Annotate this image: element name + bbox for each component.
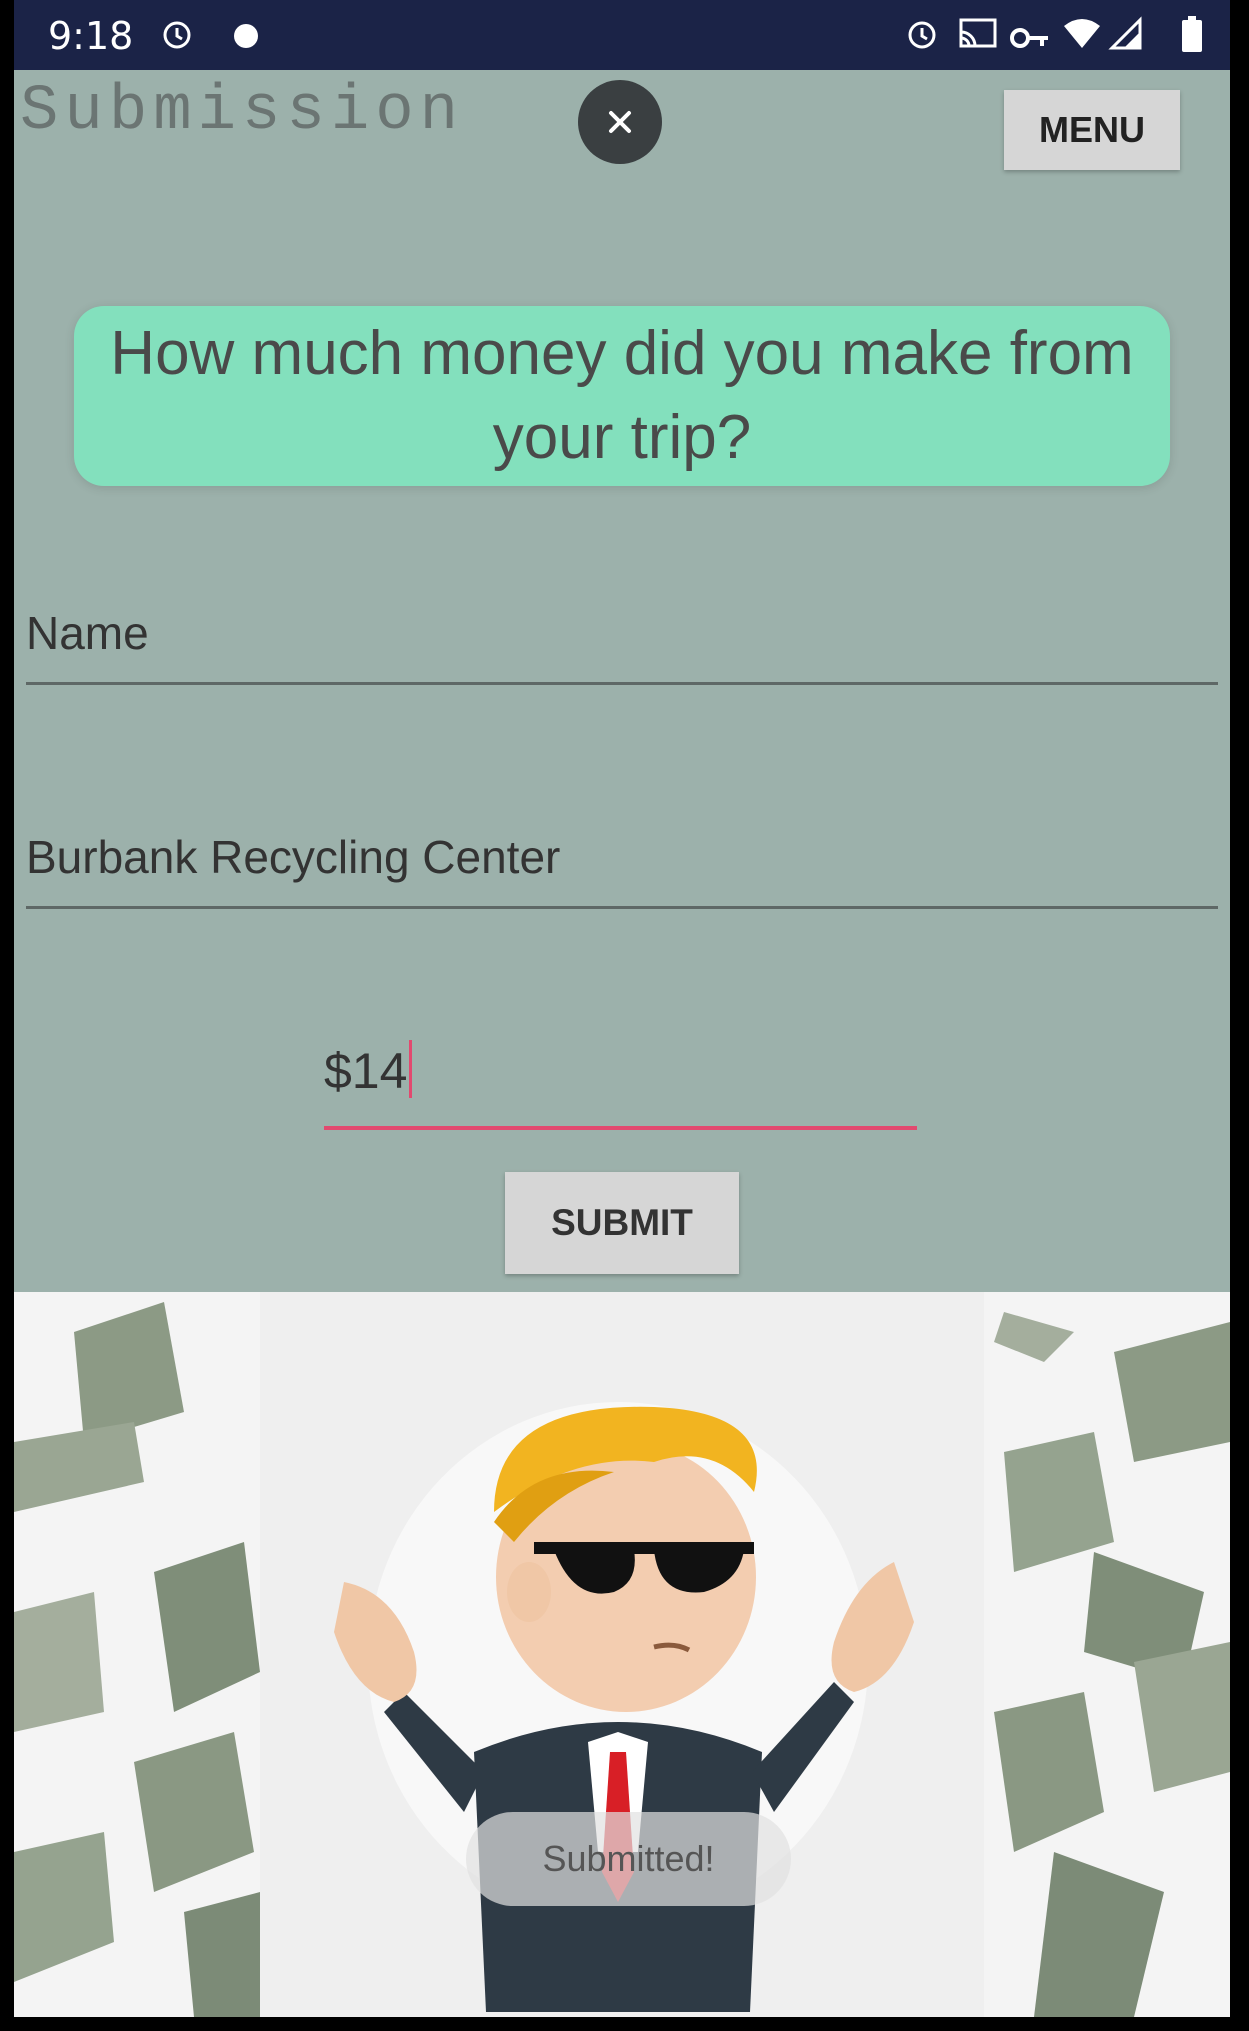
- app-title: Submission: [20, 76, 465, 148]
- alarm-icon: [904, 16, 940, 52]
- cast-icon: [958, 16, 998, 52]
- location-field[interactable]: Burbank Recycling Center: [26, 830, 1218, 909]
- notification-dot-icon: [232, 22, 260, 50]
- amount-value: $14: [324, 1043, 408, 1099]
- toast-message: Submitted!: [466, 1812, 791, 1906]
- menu-button[interactable]: MENU: [1004, 90, 1180, 170]
- status-time: 9:18: [48, 14, 134, 58]
- battery-icon: [1180, 16, 1204, 54]
- question-bubble: How much money did you make from your tr…: [74, 306, 1170, 486]
- text-cursor: [409, 1040, 413, 1098]
- name-field[interactable]: Name: [26, 606, 1218, 685]
- app-screen: 9:18 Submission MENU How much money did …: [14, 0, 1230, 2017]
- mascot-icon: [334, 1402, 914, 2012]
- signal-icon: [1108, 16, 1144, 52]
- amount-field[interactable]: $14: [324, 1040, 917, 1130]
- wifi-icon: [1062, 16, 1102, 52]
- status-bar: 9:18: [14, 0, 1230, 70]
- close-icon: [609, 111, 631, 133]
- alarm-icon: [159, 16, 195, 52]
- app-bar: Submission MENU: [14, 70, 1230, 190]
- money-rain-mascot-image: [14, 1292, 1230, 2017]
- close-button[interactable]: [578, 80, 662, 164]
- submit-button[interactable]: SUBMIT: [505, 1172, 739, 1274]
- vpn-key-icon: [1008, 16, 1052, 52]
